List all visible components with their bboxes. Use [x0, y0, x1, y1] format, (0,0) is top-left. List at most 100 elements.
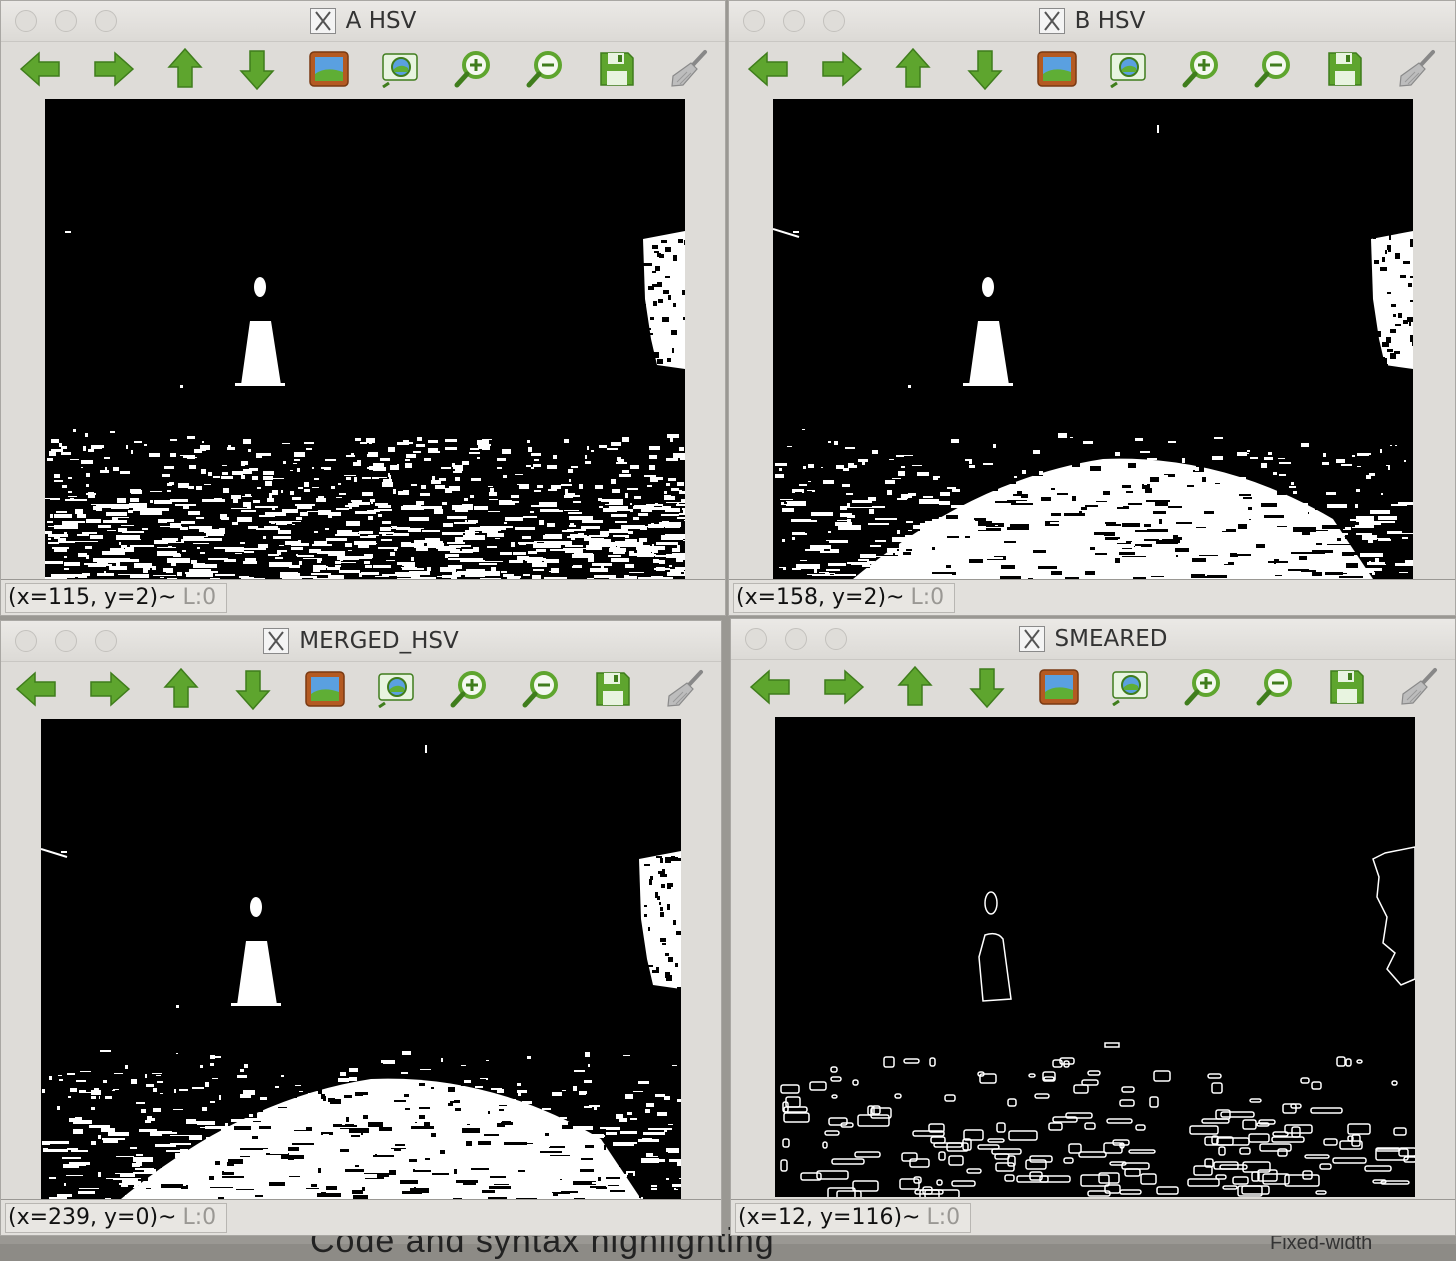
broom-icon — [669, 49, 709, 93]
cursor-coords: (x=12, y=116) — [738, 1205, 903, 1230]
image-canvas[interactable] — [775, 717, 1415, 1197]
arrow-left-button[interactable] — [1, 665, 73, 717]
zoom-fit-button[interactable] — [1093, 45, 1165, 97]
save-button[interactable] — [581, 45, 653, 97]
image-button[interactable] — [293, 45, 365, 97]
contour-cone — [978, 932, 1012, 1002]
zoom-fit-button[interactable] — [365, 45, 437, 97]
zoom-fit-icon — [1110, 668, 1152, 710]
zoom-in-button[interactable] — [1167, 663, 1239, 715]
cursor-coords: (x=115, y=2) — [8, 585, 159, 610]
x11-icon — [263, 628, 290, 654]
titlebar[interactable]: B HSV — [729, 1, 1455, 42]
contour-tip — [984, 891, 998, 915]
zoom-fit-button[interactable] — [361, 665, 433, 717]
arrow-right-button[interactable] — [807, 663, 879, 715]
layer-indicator: L:0 — [182, 1205, 217, 1230]
zoom-in-button[interactable] — [437, 45, 509, 97]
window-a-hsv[interactable]: A HSV (x=115, y=2) ~ L:0 — [0, 0, 726, 616]
zoom-out-icon — [521, 669, 561, 713]
image-icon — [1036, 50, 1078, 92]
titlebar[interactable]: MERGED_HSV — [1, 621, 721, 662]
save-button[interactable] — [1311, 663, 1383, 715]
arrow-right-icon — [819, 49, 863, 93]
layer-separator: ~ — [158, 585, 177, 610]
broom-icon — [665, 669, 705, 713]
image-canvas[interactable] — [45, 99, 685, 579]
zoom-in-icon — [449, 669, 489, 713]
zoom-out-icon — [525, 49, 565, 93]
arrow-left-icon — [15, 669, 59, 713]
contour-right-blob — [1372, 846, 1415, 986]
arrow-down-button[interactable] — [217, 665, 289, 717]
arrow-up-button[interactable] — [149, 45, 221, 97]
image-icon — [308, 50, 350, 92]
arrow-right-button[interactable] — [77, 45, 149, 97]
arrow-right-icon — [821, 667, 865, 711]
toolbar — [1, 665, 721, 717]
broom-button[interactable] — [649, 665, 721, 717]
arrow-up-button[interactable] — [877, 45, 949, 97]
arrow-down-icon — [233, 667, 273, 715]
status-bar: (x=12, y=116) ~ L:0 — [731, 1199, 1455, 1235]
arrow-down-icon — [237, 47, 277, 95]
layer-indicator: L:0 — [910, 585, 945, 610]
titlebar[interactable]: SMEARED — [731, 619, 1455, 660]
save-button[interactable] — [577, 665, 649, 717]
image-canvas[interactable] — [773, 99, 1413, 579]
broom-icon — [1397, 49, 1437, 93]
right-blob — [643, 231, 685, 369]
cursor-coords: (x=158, y=2) — [736, 585, 887, 610]
arrow-right-icon — [87, 669, 131, 713]
broom-button[interactable] — [1381, 45, 1453, 97]
cone-tip — [254, 277, 266, 297]
arrow-left-icon — [747, 49, 791, 93]
image-canvas[interactable] — [41, 719, 681, 1199]
zoom-in-icon — [453, 49, 493, 93]
arrow-up-button[interactable] — [145, 665, 217, 717]
zoom-in-icon — [1181, 49, 1221, 93]
save-button[interactable] — [1309, 45, 1381, 97]
zoom-in-icon — [1183, 667, 1223, 711]
image-button[interactable] — [1021, 45, 1093, 97]
arrow-right-button[interactable] — [73, 665, 145, 717]
window-smeared[interactable]: SMEARED (x=12, y=116) ~ L:0 — [730, 618, 1456, 1236]
arrow-up-button[interactable] — [879, 663, 951, 715]
zoom-out-button[interactable] — [509, 45, 581, 97]
arrow-right-button[interactable] — [805, 45, 877, 97]
arrow-down-button[interactable] — [949, 45, 1021, 97]
cone-tip — [982, 277, 994, 297]
cone-body — [237, 941, 277, 1005]
cone-tip — [250, 897, 262, 917]
arrow-left-button[interactable] — [735, 663, 807, 715]
cone-body — [969, 321, 1009, 385]
broom-button[interactable] — [1383, 663, 1455, 715]
arrow-left-button[interactable] — [5, 45, 77, 97]
broom-icon — [1399, 667, 1439, 711]
zoom-out-button[interactable] — [1237, 45, 1309, 97]
image-button[interactable] — [289, 665, 361, 717]
x11-icon — [309, 8, 336, 34]
toolbar — [5, 45, 725, 97]
arrow-up-icon — [895, 665, 935, 713]
zoom-out-button[interactable] — [505, 665, 577, 717]
titlebar[interactable]: A HSV — [1, 1, 725, 42]
toolbar — [733, 45, 1455, 97]
layer-separator: ~ — [886, 585, 905, 610]
zoom-in-button[interactable] — [433, 665, 505, 717]
zoom-fit-button[interactable] — [1095, 663, 1167, 715]
arrow-up-icon — [893, 47, 933, 95]
broom-button[interactable] — [653, 45, 725, 97]
window-b-hsv[interactable]: B HSV (x=158, y=2) ~ L:0 — [728, 0, 1456, 616]
zoom-out-button[interactable] — [1239, 663, 1311, 715]
arrow-down-button[interactable] — [221, 45, 293, 97]
arrow-down-button[interactable] — [951, 663, 1023, 715]
image-button[interactable] — [1023, 663, 1095, 715]
zoom-in-button[interactable] — [1165, 45, 1237, 97]
window-merged-hsv[interactable]: MERGED_HSV (x=239, y=0) ~ L:0 — [0, 620, 722, 1236]
layer-separator: ~ — [902, 1205, 921, 1230]
arrow-right-icon — [91, 49, 135, 93]
arrow-left-button[interactable] — [733, 45, 805, 97]
arrow-left-icon — [19, 49, 63, 93]
layer-indicator: L:0 — [926, 1205, 961, 1230]
